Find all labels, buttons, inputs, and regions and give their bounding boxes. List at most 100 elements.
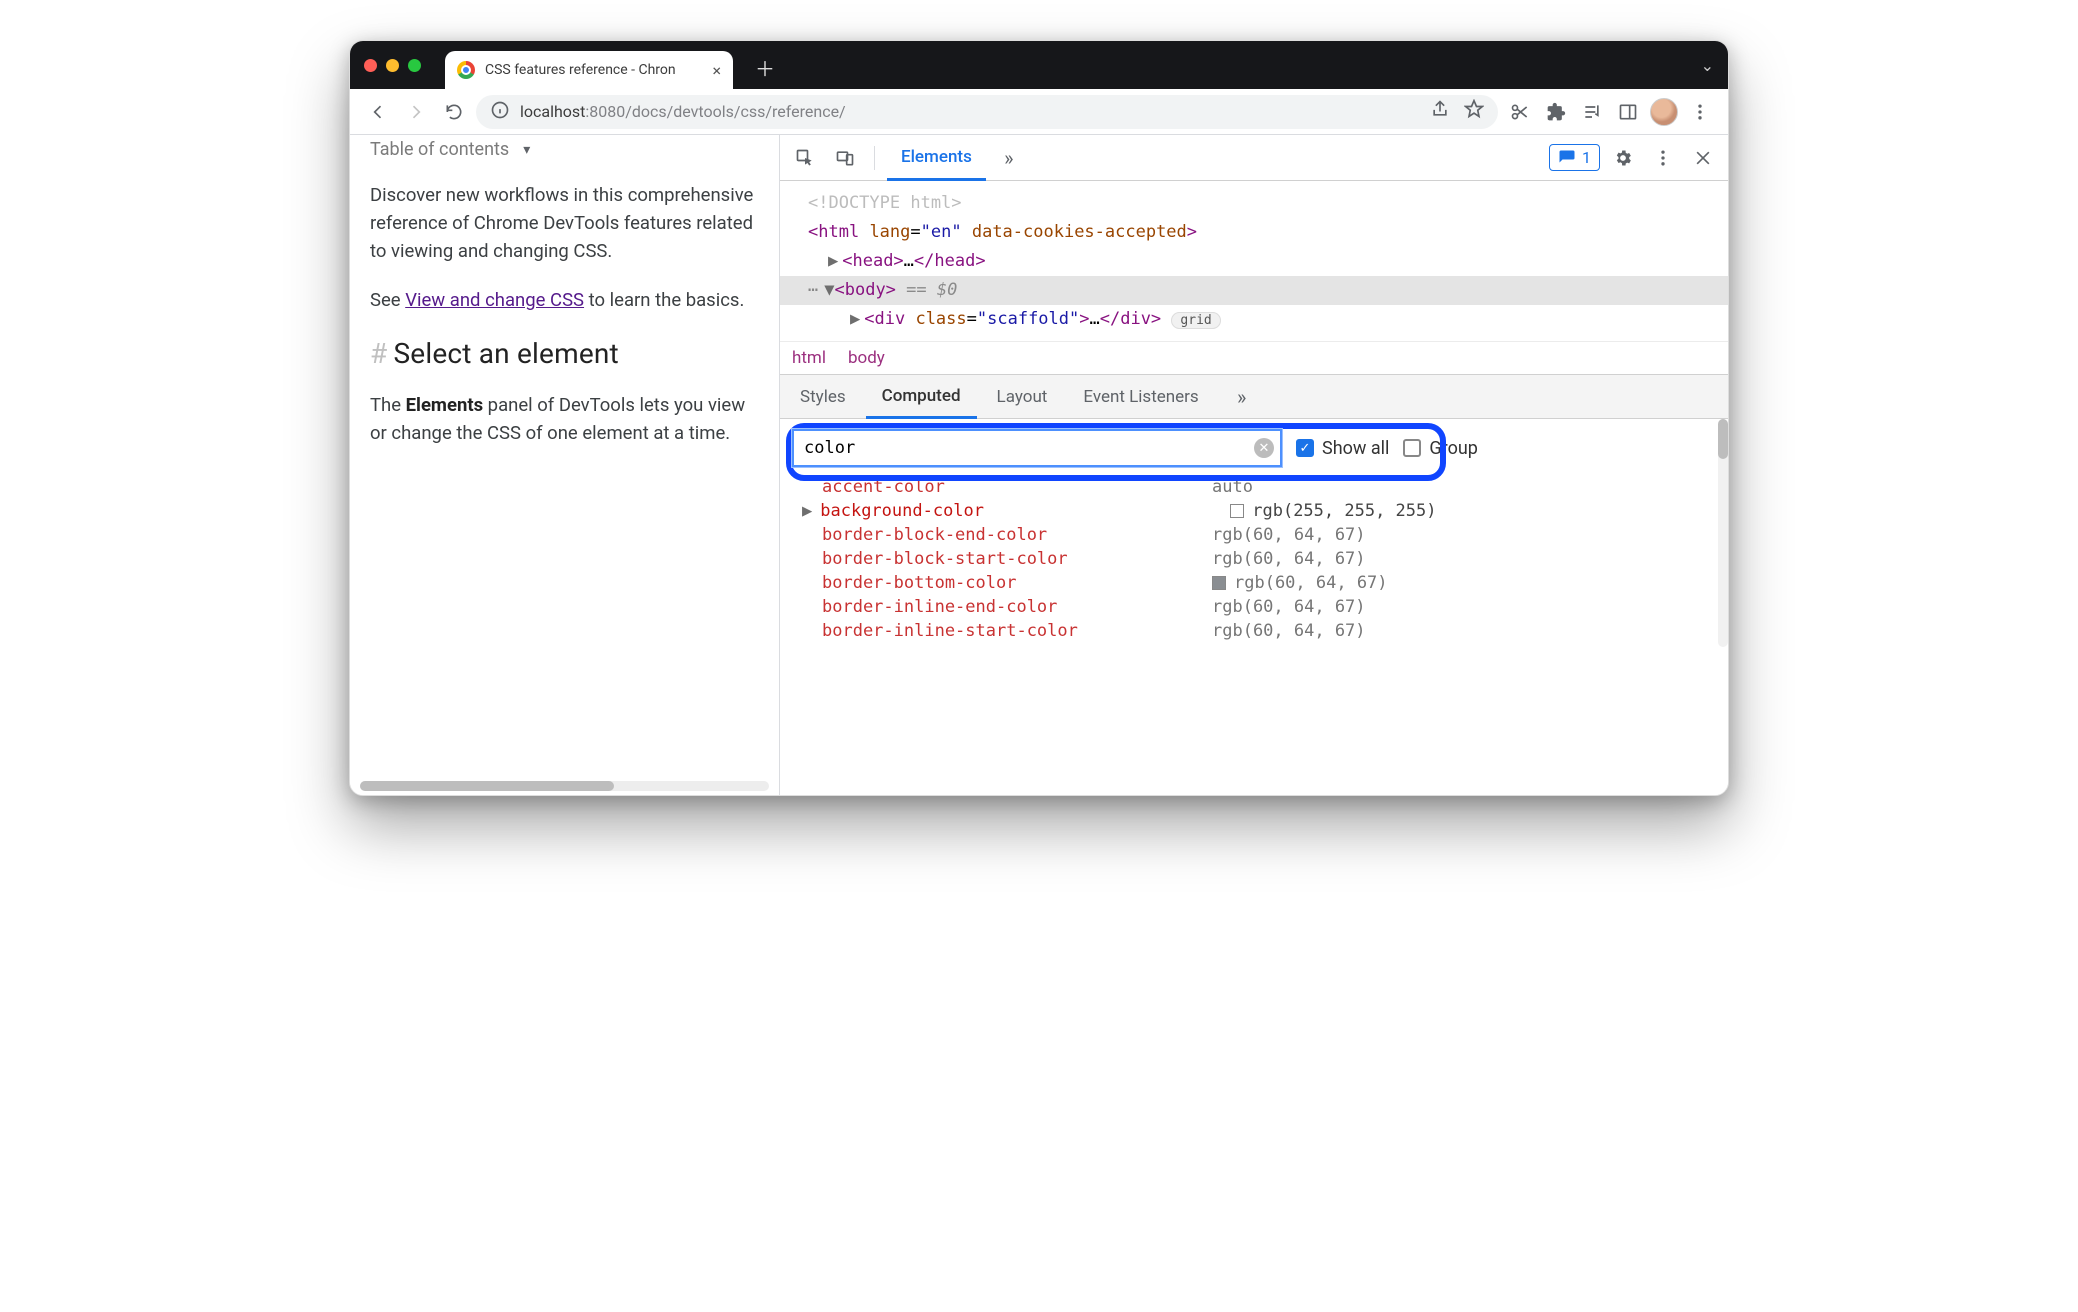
computed-row[interactable]: border-inline-end-colorrgb(60, 64, 67) xyxy=(780,595,1718,619)
computed-row[interactable]: border-block-end-colorrgb(60, 64, 67) xyxy=(780,523,1718,547)
styles-subtabs: Styles Computed Layout Event Listeners » xyxy=(780,375,1728,419)
property-name: border-bottom-color xyxy=(822,573,1212,593)
close-window-button[interactable] xyxy=(364,59,377,72)
color-swatch-icon[interactable] xyxy=(1212,576,1226,590)
property-value: rgb(60, 64, 67) xyxy=(1212,525,1366,545)
grid-badge[interactable]: grid xyxy=(1171,312,1220,329)
property-value: auto xyxy=(1212,477,1253,497)
group-checkbox[interactable]: Group xyxy=(1403,438,1477,459)
body-node[interactable]: ⋯▼<body> == $0 xyxy=(780,276,1728,305)
chrome-logo-icon xyxy=(457,61,475,79)
breadcrumb-body[interactable]: body xyxy=(848,348,885,368)
property-value: rgb(255, 255, 255) xyxy=(1230,501,1436,521)
styles-tab[interactable]: Styles xyxy=(784,375,862,419)
forward-button[interactable] xyxy=(400,96,432,128)
new-tab-button[interactable]: ＋ xyxy=(755,53,775,82)
color-swatch-icon[interactable] xyxy=(1230,504,1244,518)
body-paragraph: The Elements panel of DevTools lets you … xyxy=(370,392,755,448)
property-name: border-block-end-color xyxy=(822,525,1212,545)
vertical-scrollbar[interactable] xyxy=(1718,419,1728,647)
separator xyxy=(874,146,875,170)
browser-window: CSS features reference - Chron × ＋ ⌄ loc… xyxy=(349,40,1729,796)
tab-strip: CSS features reference - Chron × ＋ ⌄ xyxy=(350,41,1728,89)
site-info-icon[interactable] xyxy=(490,100,510,124)
property-value: rgb(60, 64, 67) xyxy=(1212,573,1388,593)
div-node[interactable]: ▶<div class="scaffold">…</div> grid xyxy=(780,305,1728,334)
window-controls xyxy=(364,59,421,72)
computed-filter-row: ✕ ✓ Show all Group xyxy=(780,419,1718,471)
dom-breadcrumb: html body xyxy=(780,341,1728,375)
property-name: background-color xyxy=(820,501,1230,521)
doctype-node: <!DOCTYPE html> xyxy=(808,193,962,213)
property-name: border-block-start-color xyxy=(822,549,1212,569)
property-value: rgb(60, 64, 67) xyxy=(1212,621,1366,641)
url-text: localhost:8080/docs/devtools/css/referen… xyxy=(520,102,846,121)
more-subtabs-button[interactable]: » xyxy=(1225,380,1259,414)
property-value: rgb(60, 64, 67) xyxy=(1212,549,1366,569)
html-node[interactable]: <html lang="en" data-cookies-accepted> xyxy=(780,218,1728,247)
settings-button[interactable] xyxy=(1606,141,1640,175)
profile-avatar[interactable] xyxy=(1648,96,1680,128)
chrome-menu-button[interactable] xyxy=(1684,96,1716,128)
device-toolbar-button[interactable] xyxy=(828,141,862,175)
elements-tab[interactable]: Elements xyxy=(887,135,986,181)
devtools-toolbar: Elements » 1 xyxy=(780,135,1728,181)
computed-row[interactable]: border-inline-start-colorrgb(60, 64, 67) xyxy=(780,619,1718,643)
layout-tab[interactable]: Layout xyxy=(981,375,1064,419)
devtools-menu-button[interactable] xyxy=(1646,141,1680,175)
computed-row[interactable]: border-bottom-colorrgb(60, 64, 67) xyxy=(780,571,1718,595)
clear-filter-button[interactable]: ✕ xyxy=(1254,438,1274,458)
intro-paragraph: Discover new workflows in this comprehen… xyxy=(370,182,755,265)
reload-button[interactable] xyxy=(438,96,470,128)
property-name: border-inline-start-color xyxy=(822,621,1212,641)
section-heading: #Select an element xyxy=(370,337,755,370)
computed-row[interactable]: ▶ background-colorrgb(255, 255, 255) xyxy=(780,499,1718,523)
share-icon[interactable] xyxy=(1430,99,1450,124)
property-value: rgb(60, 64, 67) xyxy=(1212,597,1366,617)
dom-tree[interactable]: <!DOCTYPE html> <html lang="en" data-coo… xyxy=(780,181,1728,341)
reading-list-icon[interactable] xyxy=(1576,96,1608,128)
bookmark-icon[interactable] xyxy=(1464,99,1484,124)
toc-label: Table of contents xyxy=(370,139,509,160)
browser-toolbar: localhost:8080/docs/devtools/css/referen… xyxy=(350,89,1728,135)
link-paragraph: See View and change CSS to learn the bas… xyxy=(370,287,755,315)
property-name: border-inline-end-color xyxy=(822,597,1212,617)
property-name: accent-color xyxy=(822,477,1212,497)
computed-properties-list[interactable]: accent-colorauto▶background-colorrgb(255… xyxy=(780,471,1718,647)
side-panel-icon[interactable] xyxy=(1612,96,1644,128)
close-devtools-button[interactable] xyxy=(1686,141,1720,175)
address-bar[interactable]: localhost:8080/docs/devtools/css/referen… xyxy=(476,95,1498,129)
maximize-window-button[interactable] xyxy=(408,59,421,72)
more-tabs-button[interactable]: » xyxy=(992,141,1026,175)
inspect-element-button[interactable] xyxy=(788,141,822,175)
breadcrumb-html[interactable]: html xyxy=(792,348,826,368)
horizontal-scrollbar[interactable] xyxy=(360,781,769,791)
close-tab-button[interactable]: × xyxy=(712,61,721,80)
tabs-overflow-button[interactable]: ⌄ xyxy=(1701,56,1714,75)
checkbox-unchecked-icon xyxy=(1403,439,1421,457)
checkbox-checked-icon: ✓ xyxy=(1296,439,1314,457)
view-change-css-link[interactable]: View and change CSS xyxy=(405,289,584,311)
head-node[interactable]: ▶<head>…</head> xyxy=(780,247,1728,276)
computed-row[interactable]: border-block-start-colorrgb(60, 64, 67) xyxy=(780,547,1718,571)
page-viewport[interactable]: Table of contents ▾ Discover new workflo… xyxy=(350,135,780,795)
hash-icon: # xyxy=(370,337,387,370)
computed-row[interactable]: accent-colorauto xyxy=(780,475,1718,499)
browser-tab[interactable]: CSS features reference - Chron × xyxy=(445,51,733,89)
tab-title: CSS features reference - Chron xyxy=(485,62,702,78)
chevron-down-icon: ▾ xyxy=(523,142,530,158)
toc-toggle[interactable]: Table of contents ▾ xyxy=(370,139,755,160)
devtools-panel: Elements » 1 xyxy=(780,135,1728,795)
expand-triangle-icon: ▶ xyxy=(802,501,812,521)
back-button[interactable] xyxy=(362,96,394,128)
event-listeners-tab[interactable]: Event Listeners xyxy=(1067,375,1214,419)
show-all-checkbox[interactable]: ✓ Show all xyxy=(1296,438,1389,459)
issues-badge[interactable]: 1 xyxy=(1549,144,1600,171)
content-area: Table of contents ▾ Discover new workflo… xyxy=(350,135,1728,795)
extensions-icon[interactable] xyxy=(1540,96,1572,128)
filter-input[interactable] xyxy=(792,429,1282,467)
minimize-window-button[interactable] xyxy=(386,59,399,72)
issues-count: 1 xyxy=(1582,148,1591,167)
computed-tab[interactable]: Computed xyxy=(866,375,977,419)
scissors-icon[interactable] xyxy=(1504,96,1536,128)
